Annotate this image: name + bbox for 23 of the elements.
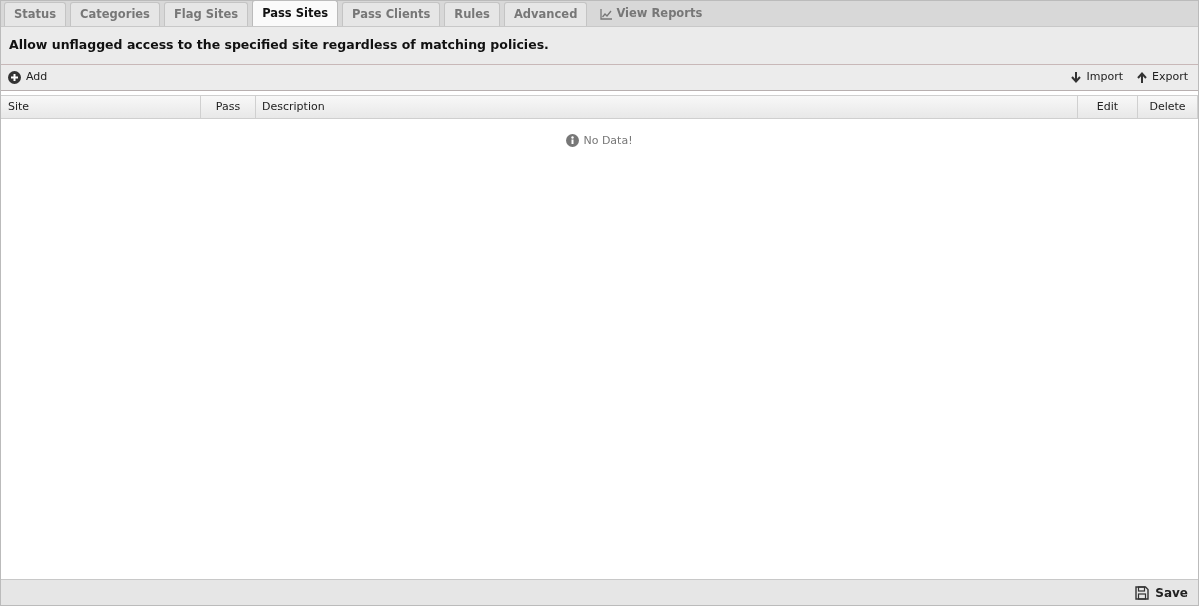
export-button[interactable]: Export bbox=[1137, 69, 1188, 86]
chart-icon bbox=[600, 8, 613, 20]
column-header[interactable]: Edit bbox=[1078, 96, 1138, 118]
tab[interactable]: Advanced bbox=[503, 2, 588, 26]
tab[interactable]: Pass Clients bbox=[342, 2, 441, 26]
tab[interactable]: Flag Sites bbox=[163, 2, 249, 26]
tab[interactable]: Status bbox=[4, 2, 67, 26]
column-header[interactable]: Description bbox=[256, 96, 1078, 118]
empty-message: No Data! bbox=[583, 133, 633, 149]
import-button[interactable]: Import bbox=[1071, 69, 1123, 86]
column-header[interactable]: Delete bbox=[1138, 96, 1198, 118]
tab[interactable]: Rules bbox=[444, 2, 500, 26]
down-arrow-icon bbox=[1071, 72, 1082, 83]
up-arrow-icon bbox=[1137, 72, 1147, 83]
info-icon bbox=[566, 134, 580, 147]
add-button[interactable]: Add bbox=[8, 69, 48, 86]
tab[interactable]: Categories bbox=[70, 2, 160, 26]
column-header[interactable]: Site bbox=[1, 96, 201, 118]
description-text: Allow unflagged access to the specified site regardless of matching policies. bbox=[9, 36, 549, 55]
tab[interactable]: Pass Sites bbox=[252, 1, 339, 26]
save-button[interactable]: Save bbox=[1135, 583, 1188, 602]
column-header[interactable]: Pass bbox=[201, 96, 256, 118]
plus-circle-icon bbox=[8, 71, 21, 84]
